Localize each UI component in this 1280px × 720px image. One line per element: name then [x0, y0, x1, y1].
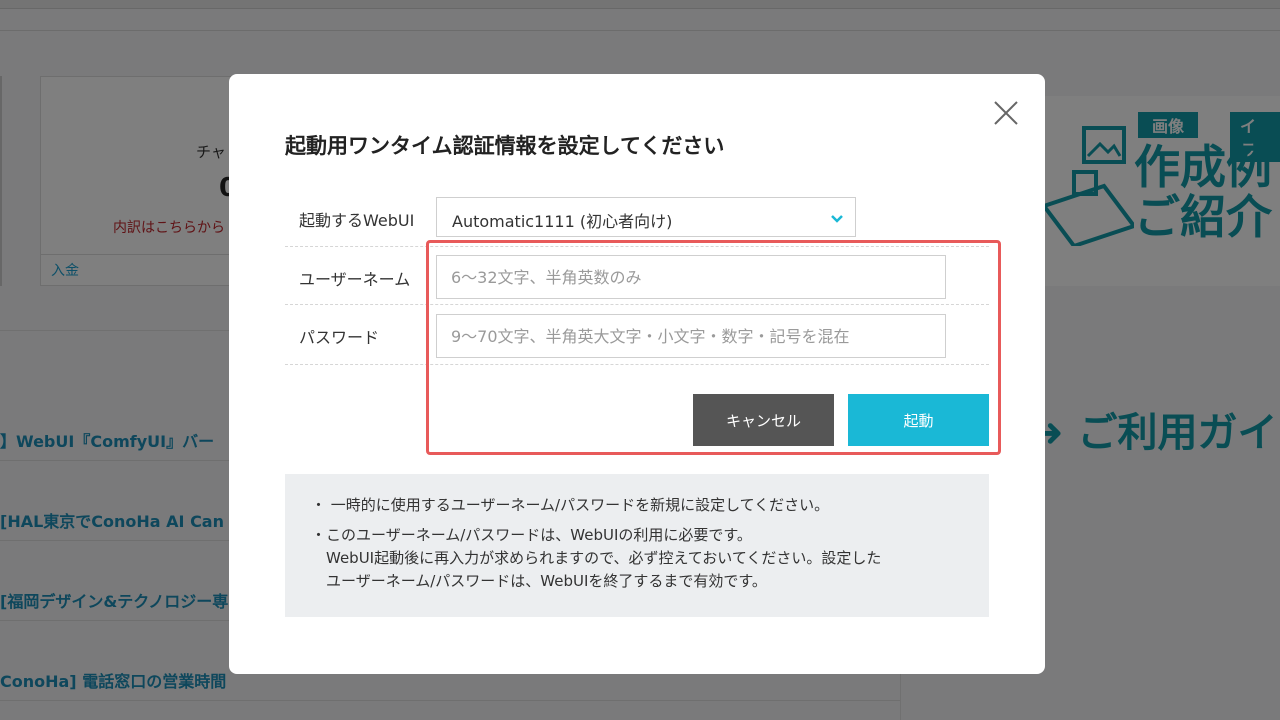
webui-select[interactable]: Automatic1111 (初心者向け): [436, 197, 856, 237]
webui-label: 起動するWebUI: [299, 211, 415, 230]
close-icon[interactable]: [991, 98, 1021, 128]
password-label: パスワード: [299, 328, 380, 347]
note-line: ユーザーネーム/パスワードは、WebUIを終了するまで有効です。: [311, 572, 767, 590]
note-line: ・ 一時的に使用するユーザーネーム/パスワードを新規に設定してください。: [311, 496, 830, 514]
dialog-title: 起動用ワンタイム認証情報を設定してください: [285, 134, 725, 158]
notes-box: ・ 一時的に使用するユーザーネーム/パスワードを新規に設定してください。 ・この…: [285, 474, 989, 617]
chevron-down-icon: [831, 215, 843, 223]
webui-selected-value: Automatic1111 (初心者向け): [452, 212, 673, 231]
note-line: ・このユーザーネーム/パスワードは、WebUIの利用に必要です。: [311, 526, 752, 544]
auth-settings-dialog: 起動用ワンタイム認証情報を設定してください 起動するWebUI Automati…: [229, 74, 1045, 674]
highlight-frame: [426, 240, 1001, 455]
note-line: WebUI起動後に再入力が求められますので、必ず控えておいてください。設定した: [311, 549, 882, 567]
username-label: ユーザーネーム: [299, 270, 411, 289]
